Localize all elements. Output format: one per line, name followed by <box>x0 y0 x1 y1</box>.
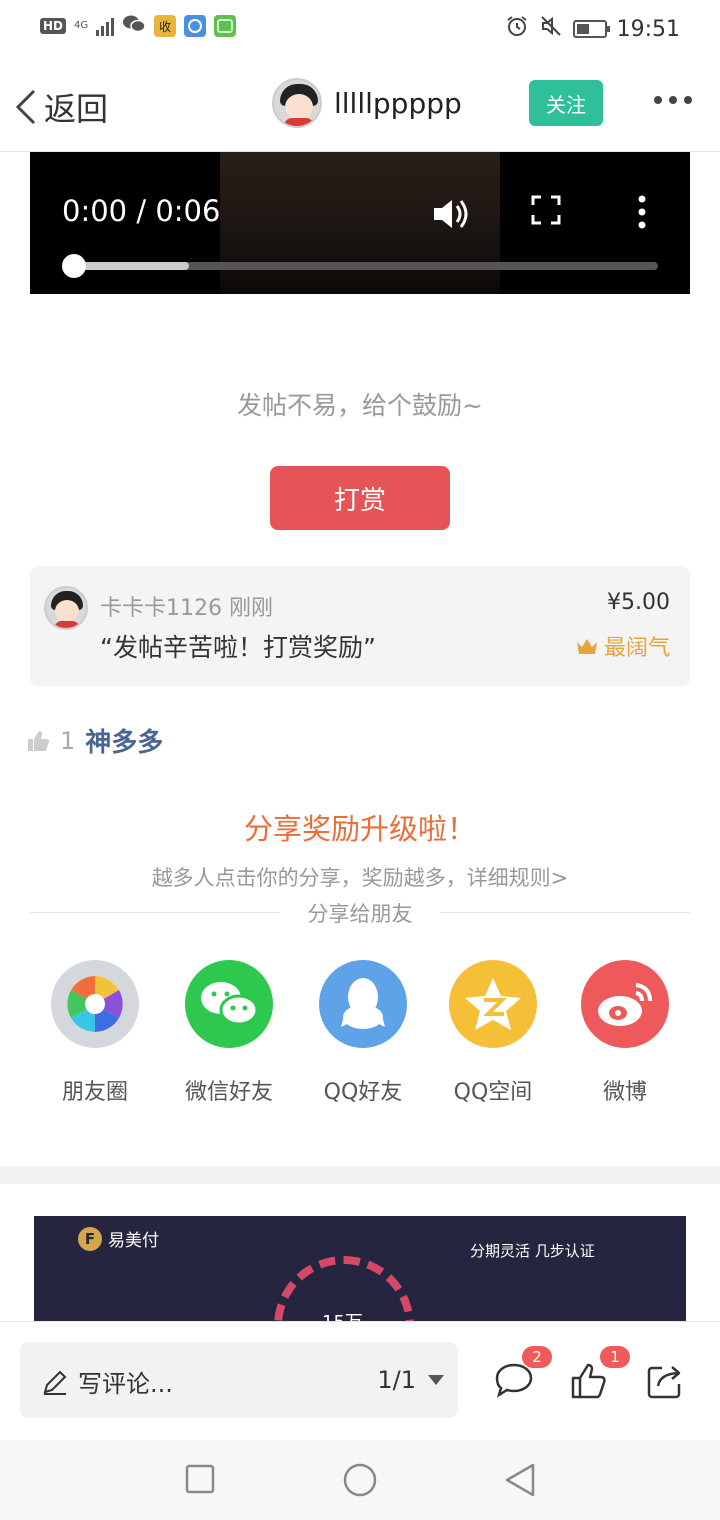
ad-brand: F 易美付 <box>78 1226 159 1251</box>
ad-banner[interactable]: F 易美付 分期灵活 几步认证 15万 <box>34 1216 686 1321</box>
video-time: 0:00 / 0:06 <box>62 194 221 228</box>
weibo-icon[interactable] <box>581 960 669 1048</box>
alarm-icon <box>505 14 529 44</box>
share-label: 微博 <box>602 1080 647 1105</box>
nav-header: 返回 lllllppppp 关注 <box>0 56 720 152</box>
system-nav-bar <box>0 1440 720 1520</box>
author-name[interactable]: lllllppppp <box>334 87 462 120</box>
comments-button[interactable]: 2 <box>494 1346 552 1402</box>
ad-brand-logo: F <box>78 1226 102 1251</box>
volume-icon[interactable] <box>430 194 470 238</box>
wechat-icon[interactable] <box>185 960 273 1048</box>
caret-down-icon <box>428 1375 444 1385</box>
video-progress-bar[interactable] <box>62 254 658 278</box>
tipper-name-line: 卡卡卡1126 刚刚 <box>100 590 273 622</box>
share-label: QQ好友 <box>323 1080 403 1105</box>
signal-icon <box>96 16 115 36</box>
battery-icon <box>572 20 610 38</box>
like-count: 1 <box>60 726 76 755</box>
section-gap <box>0 1166 720 1184</box>
ad-slogan: 分期灵活 几步认证 <box>470 1242 595 1260</box>
pencil-icon <box>43 1370 67 1395</box>
share-qq[interactable]: QQ好友 <box>298 960 428 1106</box>
author-info[interactable]: lllllppppp <box>272 78 462 128</box>
share-button[interactable] <box>646 1362 684 1404</box>
video-player[interactable]: 0:00 / 0:06 <box>30 152 690 294</box>
status-left: HD 4G 收 <box>40 14 237 38</box>
share-weibo[interactable]: 微博 <box>560 960 690 1106</box>
recent-apps-icon[interactable] <box>185 1464 215 1498</box>
share-label: 朋友圈 <box>61 1080 128 1105</box>
mute-icon <box>539 14 563 44</box>
tip-button[interactable]: 打赏 <box>270 466 450 530</box>
share-title: 分享奖励升级啦！ <box>243 812 476 846</box>
status-right: 19:51 <box>505 14 680 44</box>
encourage-text: 发帖不易，给个鼓励~ <box>237 391 483 420</box>
back-button[interactable]: 返回 <box>14 84 108 130</box>
ad-amount: 15万 <box>322 1308 363 1321</box>
share-rules-link[interactable]: 越多人点击你的分享，奖励越多，详细规则> <box>0 862 720 892</box>
shou-app-icon: 收 <box>154 15 177 37</box>
tip-time: 刚刚 <box>229 596 274 621</box>
badge-label: 最阔气 <box>603 636 670 661</box>
home-icon[interactable] <box>343 1463 377 1501</box>
fullscreen-icon[interactable] <box>530 194 562 230</box>
buffered-range <box>72 262 190 270</box>
like-count-badge: 1 <box>600 1346 630 1368</box>
tip-record: 卡卡卡1126 刚刚 “发帖辛苦啦！打赏奖励” ¥5.00 最阔气 <box>30 566 690 686</box>
video-menu-icon[interactable] <box>636 194 648 234</box>
share-wechat[interactable]: 微信好友 <box>164 960 294 1106</box>
qq-icon[interactable] <box>319 960 407 1048</box>
like-list: 1 神多多 <box>26 722 163 759</box>
share-label: QQ空间 <box>453 1080 533 1105</box>
bottom-bar: 写评论... 1/1 2 1 <box>0 1321 720 1439</box>
back-nav-icon[interactable] <box>504 1462 536 1502</box>
network-type: 4G <box>74 20 89 31</box>
page-indicator: 1/1 <box>377 1366 416 1394</box>
top-tipper-badge: 最阔气 <box>576 630 670 662</box>
blue-app-icon <box>184 15 207 37</box>
ad-brand-name: 易美付 <box>108 1231 159 1251</box>
moments-icon[interactable] <box>51 960 139 1048</box>
progress-knob[interactable] <box>62 254 86 278</box>
comment-input[interactable]: 写评论... 1/1 <box>20 1342 458 1418</box>
crown-icon <box>576 639 597 654</box>
tipper-name[interactable]: 卡卡卡1126 <box>100 596 222 621</box>
share-moments[interactable]: 朋友圈 <box>30 960 160 1106</box>
thumbs-up-icon <box>28 730 50 751</box>
liked-by-users[interactable]: 神多多 <box>85 722 163 759</box>
follow-button[interactable]: 关注 <box>529 80 603 126</box>
thumbs-up-outline-icon <box>571 1363 606 1399</box>
like-button[interactable]: 1 <box>570 1346 630 1404</box>
share-to-label: 分享给朋友 <box>280 898 440 928</box>
hd-badge: HD <box>40 18 67 34</box>
comment-icon <box>495 1363 533 1398</box>
tip-amount: ¥5.00 <box>607 590 670 615</box>
comment-placeholder-text: 写评论... <box>78 1370 173 1398</box>
comment-count-badge: 2 <box>522 1346 552 1368</box>
share-qzone[interactable]: QQ空间 <box>428 960 558 1106</box>
qzone-icon[interactable] <box>449 960 537 1048</box>
comment-placeholder: 写评论... <box>42 1364 173 1399</box>
author-avatar[interactable] <box>272 78 322 128</box>
tip-message: “发帖辛苦啦！打赏奖励” <box>100 633 376 662</box>
chevron-left-icon <box>15 89 36 125</box>
tipper-avatar[interactable] <box>44 586 88 630</box>
back-label: 返回 <box>44 90 109 128</box>
more-options-icon[interactable] <box>654 96 692 104</box>
status-bar: HD 4G 收 19:51 <box>0 0 720 56</box>
share-icon <box>647 1366 681 1399</box>
iqiyi-app-icon <box>214 15 237 37</box>
clock: 19:51 <box>616 16 680 42</box>
share-label: 微信好友 <box>184 1080 273 1105</box>
wechat-status-icon <box>122 14 146 38</box>
page-selector[interactable]: 1/1 <box>377 1366 444 1394</box>
